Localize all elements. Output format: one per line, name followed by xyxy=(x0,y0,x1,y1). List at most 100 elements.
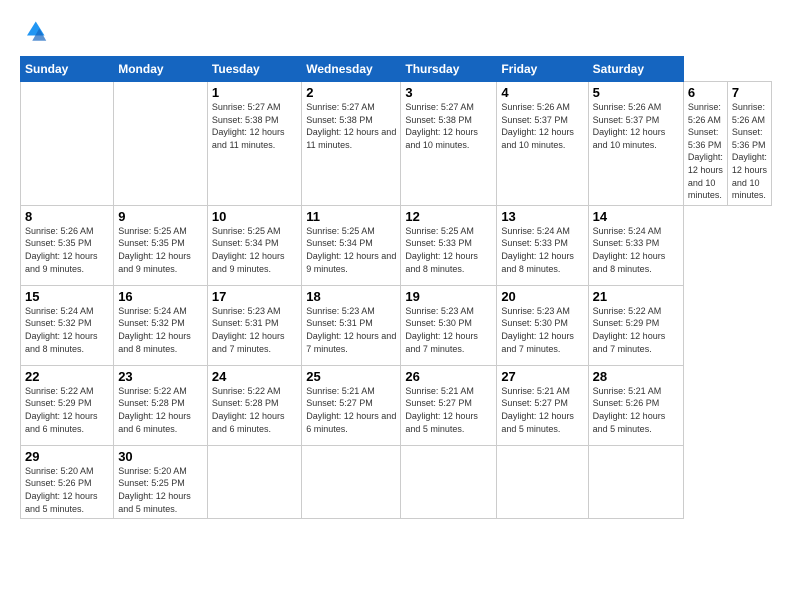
day-cell-19: 19Sunrise: 5:23 AMSunset: 5:30 PMDayligh… xyxy=(401,285,497,365)
day-cell-14: 14Sunrise: 5:24 AMSunset: 5:33 PMDayligh… xyxy=(588,205,683,285)
day-info: Sunrise: 5:27 AMSunset: 5:38 PMDaylight:… xyxy=(306,101,396,151)
day-info: Sunrise: 5:23 AMSunset: 5:30 PMDaylight:… xyxy=(405,305,492,355)
day-cell-9: 9Sunrise: 5:25 AMSunset: 5:35 PMDaylight… xyxy=(114,205,208,285)
week-row-2: 8Sunrise: 5:26 AMSunset: 5:35 PMDaylight… xyxy=(21,205,772,285)
day-number: 21 xyxy=(593,289,679,304)
day-number: 9 xyxy=(118,209,203,224)
day-number: 18 xyxy=(306,289,396,304)
day-cell-28: 28Sunrise: 5:21 AMSunset: 5:26 PMDayligh… xyxy=(588,365,683,445)
day-number: 14 xyxy=(593,209,679,224)
day-cell-26: 26Sunrise: 5:21 AMSunset: 5:27 PMDayligh… xyxy=(401,365,497,445)
day-cell-12: 12Sunrise: 5:25 AMSunset: 5:33 PMDayligh… xyxy=(401,205,497,285)
day-number: 30 xyxy=(118,449,203,464)
day-number: 7 xyxy=(732,85,767,100)
day-number: 1 xyxy=(212,85,297,100)
calendar: SundayMondayTuesdayWednesdayThursdayFrid… xyxy=(20,56,772,519)
day-cell-20: 20Sunrise: 5:23 AMSunset: 5:30 PMDayligh… xyxy=(497,285,588,365)
day-info: Sunrise: 5:21 AMSunset: 5:26 PMDaylight:… xyxy=(593,385,679,435)
week-row-4: 22Sunrise: 5:22 AMSunset: 5:29 PMDayligh… xyxy=(21,365,772,445)
day-info: Sunrise: 5:24 AMSunset: 5:32 PMDaylight:… xyxy=(25,305,109,355)
day-number: 4 xyxy=(501,85,583,100)
day-info: Sunrise: 5:26 AMSunset: 5:37 PMDaylight:… xyxy=(501,101,583,151)
day-cell-24: 24Sunrise: 5:22 AMSunset: 5:28 PMDayligh… xyxy=(207,365,301,445)
day-info: Sunrise: 5:26 AMSunset: 5:37 PMDaylight:… xyxy=(593,101,679,151)
day-info: Sunrise: 5:25 AMSunset: 5:33 PMDaylight:… xyxy=(405,225,492,275)
day-number: 11 xyxy=(306,209,396,224)
day-cell-3: 3Sunrise: 5:27 AMSunset: 5:38 PMDaylight… xyxy=(401,82,497,206)
day-number: 20 xyxy=(501,289,583,304)
day-cell-4: 4Sunrise: 5:26 AMSunset: 5:37 PMDaylight… xyxy=(497,82,588,206)
day-cell-16: 16Sunrise: 5:24 AMSunset: 5:32 PMDayligh… xyxy=(114,285,208,365)
day-info: Sunrise: 5:22 AMSunset: 5:29 PMDaylight:… xyxy=(593,305,679,355)
day-cell-23: 23Sunrise: 5:22 AMSunset: 5:28 PMDayligh… xyxy=(114,365,208,445)
day-info: Sunrise: 5:23 AMSunset: 5:31 PMDaylight:… xyxy=(212,305,297,355)
day-info: Sunrise: 5:22 AMSunset: 5:29 PMDaylight:… xyxy=(25,385,109,435)
day-cell-13: 13Sunrise: 5:24 AMSunset: 5:33 PMDayligh… xyxy=(497,205,588,285)
day-info: Sunrise: 5:20 AMSunset: 5:25 PMDaylight:… xyxy=(118,465,203,515)
day-cell-25: 25Sunrise: 5:21 AMSunset: 5:27 PMDayligh… xyxy=(302,365,401,445)
day-info: Sunrise: 5:21 AMSunset: 5:27 PMDaylight:… xyxy=(501,385,583,435)
day-number: 5 xyxy=(593,85,679,100)
day-number: 22 xyxy=(25,369,109,384)
day-info: Sunrise: 5:24 AMSunset: 5:33 PMDaylight:… xyxy=(593,225,679,275)
weekday-header-wednesday: Wednesday xyxy=(302,57,401,82)
day-cell-29: 29Sunrise: 5:20 AMSunset: 5:26 PMDayligh… xyxy=(21,445,114,518)
week-row-3: 15Sunrise: 5:24 AMSunset: 5:32 PMDayligh… xyxy=(21,285,772,365)
weekday-header-monday: Monday xyxy=(114,57,208,82)
day-info: Sunrise: 5:25 AMSunset: 5:35 PMDaylight:… xyxy=(118,225,203,275)
day-number: 12 xyxy=(405,209,492,224)
day-info: Sunrise: 5:23 AMSunset: 5:31 PMDaylight:… xyxy=(306,305,396,355)
day-number: 10 xyxy=(212,209,297,224)
day-cell-21: 21Sunrise: 5:22 AMSunset: 5:29 PMDayligh… xyxy=(588,285,683,365)
day-cell-8: 8Sunrise: 5:26 AMSunset: 5:35 PMDaylight… xyxy=(21,205,114,285)
day-cell-7: 7Sunrise: 5:26 AMSunset: 5:36 PMDaylight… xyxy=(727,82,771,206)
logo-icon xyxy=(20,18,48,46)
day-info: Sunrise: 5:21 AMSunset: 5:27 PMDaylight:… xyxy=(306,385,396,435)
day-info: Sunrise: 5:25 AMSunset: 5:34 PMDaylight:… xyxy=(306,225,396,275)
day-cell-17: 17Sunrise: 5:23 AMSunset: 5:31 PMDayligh… xyxy=(207,285,301,365)
day-info: Sunrise: 5:23 AMSunset: 5:30 PMDaylight:… xyxy=(501,305,583,355)
empty-cell xyxy=(207,445,301,518)
day-cell-2: 2Sunrise: 5:27 AMSunset: 5:38 PMDaylight… xyxy=(302,82,401,206)
day-cell-5: 5Sunrise: 5:26 AMSunset: 5:37 PMDaylight… xyxy=(588,82,683,206)
day-info: Sunrise: 5:22 AMSunset: 5:28 PMDaylight:… xyxy=(212,385,297,435)
day-cell-10: 10Sunrise: 5:25 AMSunset: 5:34 PMDayligh… xyxy=(207,205,301,285)
empty-cell xyxy=(302,445,401,518)
empty-cell xyxy=(21,82,114,206)
empty-cell xyxy=(588,445,683,518)
week-row-5: 29Sunrise: 5:20 AMSunset: 5:26 PMDayligh… xyxy=(21,445,772,518)
day-number: 16 xyxy=(118,289,203,304)
day-number: 17 xyxy=(212,289,297,304)
day-number: 29 xyxy=(25,449,109,464)
day-number: 25 xyxy=(306,369,396,384)
day-info: Sunrise: 5:27 AMSunset: 5:38 PMDaylight:… xyxy=(405,101,492,151)
logo xyxy=(20,18,52,46)
day-number: 3 xyxy=(405,85,492,100)
day-number: 8 xyxy=(25,209,109,224)
day-number: 13 xyxy=(501,209,583,224)
day-number: 19 xyxy=(405,289,492,304)
weekday-header-sunday: Sunday xyxy=(21,57,114,82)
day-number: 2 xyxy=(306,85,396,100)
empty-cell xyxy=(497,445,588,518)
weekday-header-tuesday: Tuesday xyxy=(207,57,301,82)
day-info: Sunrise: 5:27 AMSunset: 5:38 PMDaylight:… xyxy=(212,101,297,151)
weekday-header-thursday: Thursday xyxy=(401,57,497,82)
weekday-header-row: SundayMondayTuesdayWednesdayThursdayFrid… xyxy=(21,57,772,82)
day-info: Sunrise: 5:24 AMSunset: 5:32 PMDaylight:… xyxy=(118,305,203,355)
day-cell-15: 15Sunrise: 5:24 AMSunset: 5:32 PMDayligh… xyxy=(21,285,114,365)
day-cell-18: 18Sunrise: 5:23 AMSunset: 5:31 PMDayligh… xyxy=(302,285,401,365)
day-info: Sunrise: 5:21 AMSunset: 5:27 PMDaylight:… xyxy=(405,385,492,435)
day-number: 26 xyxy=(405,369,492,384)
day-number: 27 xyxy=(501,369,583,384)
empty-cell xyxy=(401,445,497,518)
day-info: Sunrise: 5:26 AMSunset: 5:36 PMDaylight:… xyxy=(732,101,767,202)
day-number: 24 xyxy=(212,369,297,384)
day-info: Sunrise: 5:26 AMSunset: 5:36 PMDaylight:… xyxy=(688,101,723,202)
weekday-header-friday: Friday xyxy=(497,57,588,82)
day-cell-22: 22Sunrise: 5:22 AMSunset: 5:29 PMDayligh… xyxy=(21,365,114,445)
day-info: Sunrise: 5:24 AMSunset: 5:33 PMDaylight:… xyxy=(501,225,583,275)
day-info: Sunrise: 5:26 AMSunset: 5:35 PMDaylight:… xyxy=(25,225,109,275)
day-cell-1: 1Sunrise: 5:27 AMSunset: 5:38 PMDaylight… xyxy=(207,82,301,206)
week-row-1: 1Sunrise: 5:27 AMSunset: 5:38 PMDaylight… xyxy=(21,82,772,206)
